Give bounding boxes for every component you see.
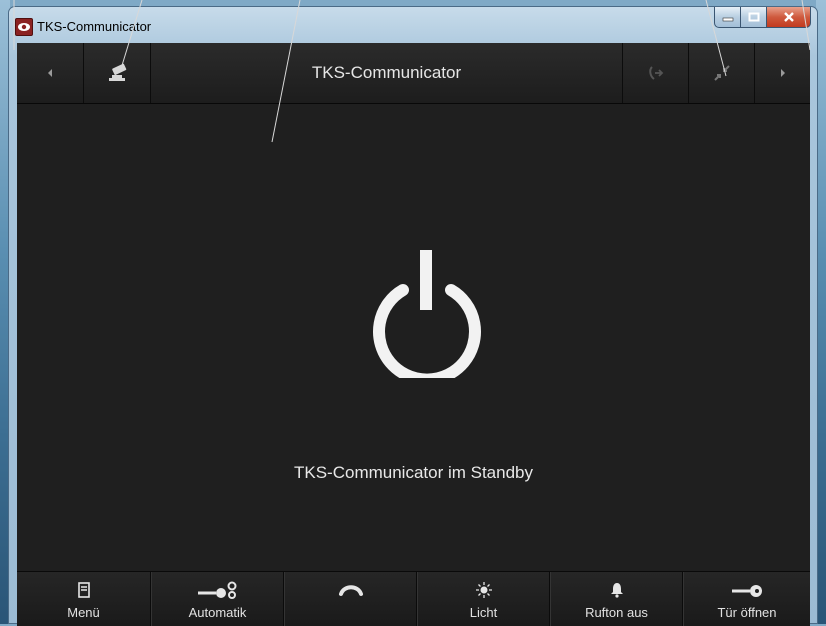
licht-label: Licht [469, 605, 498, 620]
minimize-icon [722, 17, 733, 22]
menu-label: Menü [67, 605, 100, 620]
menu-button[interactable]: Menü [17, 572, 151, 626]
nav-right-button[interactable] [755, 43, 810, 103]
app-client-area: TKS-Communicator TKS-Communicator im Sta… [17, 43, 810, 626]
close-icon [783, 12, 794, 22]
top-toolbar: TKS-Communicator [17, 43, 810, 104]
menu-icon [77, 582, 90, 598]
collapse-button[interactable] [689, 43, 755, 103]
automatik-label: Automatik [188, 605, 247, 620]
power-button[interactable] [369, 248, 485, 386]
call-forward-button[interactable] [623, 43, 689, 103]
key-gear-icon [197, 581, 236, 599]
title-bar[interactable]: TKS-Communicator [9, 7, 817, 43]
arrow-right-icon [780, 69, 785, 77]
light-icon [475, 582, 492, 598]
rufton-aus-button[interactable]: Rufton aus [550, 572, 683, 626]
camera-icon [109, 63, 127, 81]
hangup-button[interactable] [284, 572, 417, 626]
minimize-button[interactable] [714, 7, 741, 28]
maximize-button[interactable] [741, 7, 767, 28]
call-forward-icon [648, 66, 663, 80]
power-icon [373, 250, 481, 386]
hangup-icon [338, 585, 363, 596]
app-icon[interactable] [15, 18, 33, 36]
nav-left-button[interactable] [17, 43, 84, 103]
toolbar-title: TKS-Communicator [151, 43, 623, 103]
camera-button[interactable] [84, 43, 151, 103]
tuer-oeffnen-button[interactable]: Tür öffnen [683, 572, 810, 626]
licht-button[interactable]: Licht [417, 572, 550, 626]
close-button[interactable] [767, 7, 811, 28]
bottom-toolbar: Menü Automatik Licht Rufton aus Tür öffn… [17, 571, 810, 626]
app-window: TKS-Communicator TKS-Communicator TKS-Co… [8, 6, 818, 626]
collapse-icon [713, 65, 730, 81]
tuer-oeffnen-label: Tür öffnen [717, 605, 777, 620]
rufton-aus-label: Rufton aus [585, 605, 648, 620]
key-icon [732, 585, 762, 597]
window-title: TKS-Communicator [37, 19, 152, 34]
automatik-button[interactable]: Automatik [151, 572, 284, 626]
standby-status-text: TKS-Communicator im Standby [293, 463, 534, 482]
maximize-icon [748, 12, 759, 22]
arrow-left-icon [48, 69, 52, 77]
window-controls [714, 7, 811, 29]
bell-icon [610, 583, 623, 598]
